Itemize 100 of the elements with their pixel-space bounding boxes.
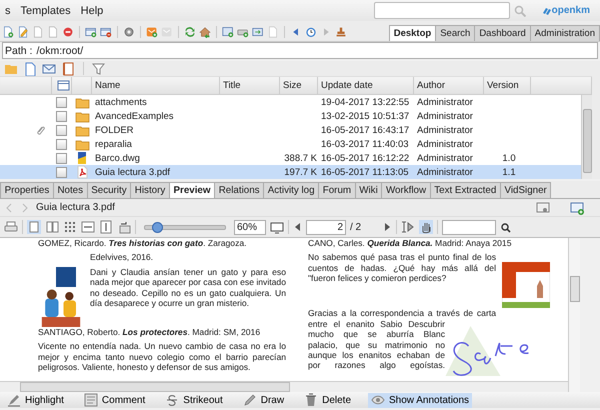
file-row[interactable]: FOLDER 16-05-2017 16:43:17 Administrator [0, 123, 581, 137]
update-date: 16-05-2017 16:43:17 [320, 124, 410, 136]
refresh-icon[interactable] [184, 26, 196, 38]
tab[interactable]: Notes [52, 182, 88, 198]
filter-icon[interactable] [92, 62, 105, 75]
column-header[interactable]: Version [484, 77, 531, 94]
file-row[interactable]: reparalia 16-03-2017 11:40:03 Administrator [0, 137, 581, 151]
page-add-icon[interactable] [2, 26, 14, 38]
mail-add-icon[interactable] [146, 26, 158, 38]
stamp-icon[interactable] [335, 26, 347, 38]
checkbox[interactable] [56, 124, 67, 136]
tab[interactable]: Relations [214, 182, 264, 198]
search-icon[interactable] [500, 222, 512, 232]
tab[interactable]: Desktop [388, 25, 436, 41]
tab[interactable]: Forum [318, 182, 356, 198]
book-reference: Edelvives, 2016. [90, 252, 154, 263]
checkbox[interactable] [56, 138, 67, 150]
tab[interactable]: Security [86, 182, 132, 198]
two-pages-icon[interactable] [45, 220, 59, 234]
file-name: AvancedExamples [94, 110, 175, 122]
home-icon[interactable] [199, 26, 211, 38]
page-edit-icon[interactable] [17, 26, 29, 38]
tab[interactable]: Wiki [354, 182, 382, 198]
zoom-slider[interactable] [144, 224, 226, 230]
checkbox[interactable] [56, 96, 67, 108]
text-line: Gracias a la correspondencia a través de carta [308, 308, 496, 319]
monitor-icon[interactable] [270, 220, 284, 234]
update-date: 13-02-2015 10:51:37 [320, 110, 410, 122]
tab[interactable]: History [130, 182, 170, 198]
tab[interactable]: Activity log [263, 182, 320, 198]
window-add-icon[interactable] [85, 26, 97, 38]
update-date: 19-04-2017 13:22:55 [320, 96, 410, 108]
tab[interactable]: Dashboard [474, 25, 531, 41]
page-field[interactable]: 2 [306, 220, 346, 234]
window-add-icon[interactable] [570, 200, 584, 214]
page-icon[interactable] [47, 26, 59, 38]
stop-icon[interactable] [62, 26, 74, 38]
print-icon[interactable] [4, 221, 18, 233]
annotation-button[interactable]: Delete [301, 392, 354, 408]
scrollbar[interactable] [568, 238, 580, 392]
menu-item[interactable]: Templates [16, 4, 76, 16]
page-icon[interactable] [32, 26, 44, 38]
drawing-file-icon [75, 151, 89, 165]
note-icon [84, 393, 98, 407]
previous-page-icon[interactable] [293, 221, 302, 233]
column-header[interactable]: Update date [318, 77, 414, 94]
mail-icon[interactable] [42, 62, 56, 76]
menu-item[interactable]: Help [76, 4, 108, 16]
window-add-icon[interactable] [222, 26, 234, 38]
column-header[interactable]: Title [220, 77, 280, 94]
checkbox[interactable] [56, 110, 67, 122]
paragraph: Vicente no entendía nada. Un nuevo cambio de casa no era lo mejor y encima tanto nuevo colegio como el barrio parecían peligrosos. Valiente, honesto y defensor de sus amigos. [38, 341, 286, 372]
rotate-icon[interactable] [117, 220, 131, 234]
file-row[interactable]: Barco.dwg 388.7 K 16-05-2017 16:12:22 Administrator 1.0 [0, 151, 581, 165]
scrollbar[interactable] [581, 95, 592, 179]
annotation-button[interactable]: Draw [240, 392, 288, 408]
annotation-button[interactable]: Strikeout [162, 392, 226, 408]
tab[interactable]: Properties [0, 182, 54, 198]
window-icon[interactable] [536, 201, 550, 214]
scrollbar[interactable] [0, 381, 568, 392]
tab[interactable]: Text Extracted [430, 182, 501, 198]
fit-height-icon[interactable] [99, 220, 113, 234]
tab[interactable]: Preview [168, 182, 216, 198]
file-row[interactable]: AvancedExamples 13-02-2015 10:51:37 Administrator [0, 109, 581, 123]
file-row[interactable]: Guia lectura 3.pdf 197.7 K 16-05-2017 11:13:05 Administrator 1.1 [0, 165, 581, 179]
book-icon[interactable] [61, 62, 75, 76]
menu-item[interactable]: s [0, 4, 16, 16]
checkbox[interactable] [56, 152, 67, 164]
path-field[interactable]: Path : /okm:root/ [2, 42, 598, 59]
window-remove-icon[interactable] [100, 26, 112, 38]
annotation-button[interactable]: Highlight [4, 392, 67, 408]
next-page-icon[interactable] [383, 221, 392, 233]
annotation-button[interactable]: Show Annotations [368, 392, 472, 408]
text-line: aunque los enanitos echaban de [308, 350, 445, 360]
grid-icon[interactable] [63, 220, 77, 234]
file-row[interactable]: attachments 19-04-2017 13:22:55 Administrator [0, 95, 581, 109]
author: Administrator [416, 124, 474, 136]
single-page-icon[interactable] [27, 220, 41, 234]
file-name: FOLDER [94, 124, 135, 136]
update-date: 16-05-2017 11:13:05 [320, 166, 410, 178]
annotation-button[interactable]: Comment [80, 392, 148, 408]
tab[interactable]: VidSigner [500, 182, 552, 198]
fit-width-icon[interactable] [81, 220, 95, 234]
tab[interactable]: Search [435, 25, 476, 41]
zoom-field[interactable]: 60% [234, 220, 266, 234]
column-header[interactable]: Size [280, 77, 318, 94]
search-field[interactable] [374, 2, 510, 19]
slider-thumb[interactable] [152, 222, 163, 232]
book-cover-drawing [502, 262, 550, 308]
text-select-icon[interactable] [401, 220, 416, 234]
find-field[interactable] [442, 220, 496, 234]
tab[interactable]: Administration [530, 25, 600, 41]
author: Administrator [416, 96, 474, 108]
table-icon[interactable] [56, 80, 70, 91]
alarm-clock-icon[interactable] [305, 26, 317, 38]
hand-icon[interactable] [419, 220, 434, 234]
checkbox[interactable] [56, 166, 67, 178]
column-header[interactable]: Name [92, 77, 220, 94]
column-header[interactable]: Author [414, 77, 484, 94]
tab[interactable]: Workflow [381, 182, 431, 198]
